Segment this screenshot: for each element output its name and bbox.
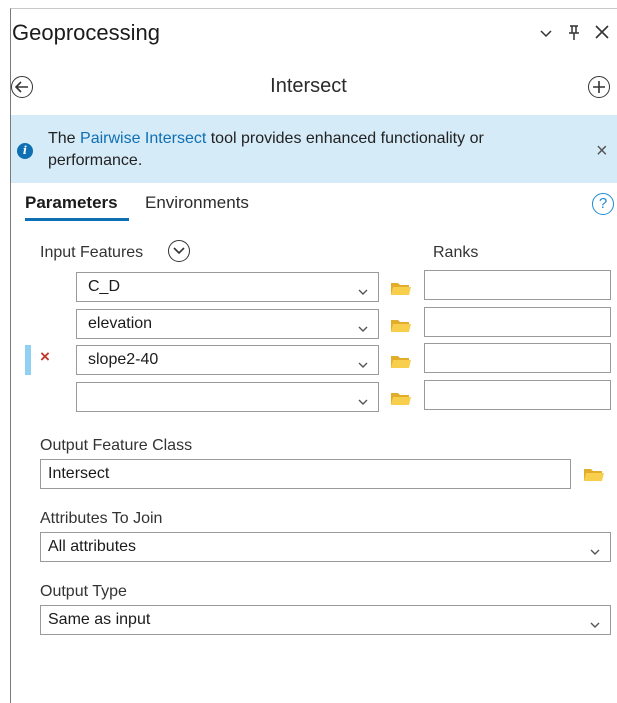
ranks-label: Ranks xyxy=(433,244,479,261)
browse-folder-icon[interactable] xyxy=(390,390,412,406)
add-plus-icon[interactable] xyxy=(588,76,610,98)
input-feature-value: slope2-40 xyxy=(88,351,159,368)
dropdown-chevron-icon xyxy=(590,616,600,634)
browse-folder-icon[interactable] xyxy=(390,317,412,333)
browse-folder-icon[interactable] xyxy=(390,280,412,296)
attributes-to-join-label: Attributes To Join xyxy=(40,510,163,527)
pairwise-intersect-link[interactable]: Pairwise Intersect xyxy=(80,130,206,147)
browse-folder-icon[interactable] xyxy=(583,466,605,482)
tab-active-underline xyxy=(25,218,129,221)
close-pane-icon[interactable] xyxy=(594,24,610,45)
dropdown-chevron-icon xyxy=(358,393,368,411)
info-icon: i xyxy=(17,143,33,159)
banner-text-before: The xyxy=(48,130,81,147)
dropdown-chevron-icon xyxy=(358,356,368,374)
input-feature-combo[interactable] xyxy=(76,382,379,412)
dropdown-chevron-icon xyxy=(358,320,368,338)
input-feature-value: elevation xyxy=(88,315,153,332)
selected-row-indicator xyxy=(25,345,31,375)
remove-row-icon[interactable]: × xyxy=(40,347,50,367)
output-type-label: Output Type xyxy=(40,583,127,600)
output-type-dropdown[interactable]: Same as input xyxy=(40,605,611,635)
rank-field[interactable] xyxy=(424,343,611,373)
expand-chevron-icon[interactable] xyxy=(168,240,190,262)
dropdown-chevron-icon xyxy=(590,543,600,561)
output-feature-class-value: Intersect xyxy=(48,465,110,482)
banner-message: The Pairwise Intersect tool provides enh… xyxy=(48,128,578,172)
attributes-to-join-dropdown[interactable]: All attributes xyxy=(40,532,611,562)
pane-title: Geoprocessing xyxy=(12,20,160,45)
rank-field[interactable] xyxy=(424,380,611,410)
output-feature-class-field[interactable]: Intersect xyxy=(40,459,571,489)
tab-parameters[interactable]: Parameters xyxy=(25,193,118,213)
input-feature-combo[interactable]: C_D xyxy=(76,272,379,302)
tool-title: Intersect xyxy=(270,75,347,97)
banner-close-icon[interactable]: × xyxy=(596,140,608,163)
dropdown-chevron-icon xyxy=(358,283,368,301)
input-feature-combo[interactable]: elevation xyxy=(76,309,379,339)
output-feature-class-label: Output Feature Class xyxy=(40,437,193,454)
tab-environments[interactable]: Environments xyxy=(145,193,249,213)
pin-icon[interactable] xyxy=(568,25,580,46)
rank-field[interactable] xyxy=(424,270,611,300)
help-icon[interactable]: ? xyxy=(592,193,614,215)
input-features-label: Input Features xyxy=(40,244,144,261)
input-feature-value: C_D xyxy=(88,278,121,295)
browse-folder-icon[interactable] xyxy=(390,353,412,369)
input-feature-combo[interactable]: slope2-40 xyxy=(76,345,379,375)
rank-field[interactable] xyxy=(424,307,611,337)
pane-menu-chevron-icon[interactable] xyxy=(540,26,552,44)
output-type-value: Same as input xyxy=(48,611,151,628)
attributes-to-join-value: All attributes xyxy=(48,538,137,555)
